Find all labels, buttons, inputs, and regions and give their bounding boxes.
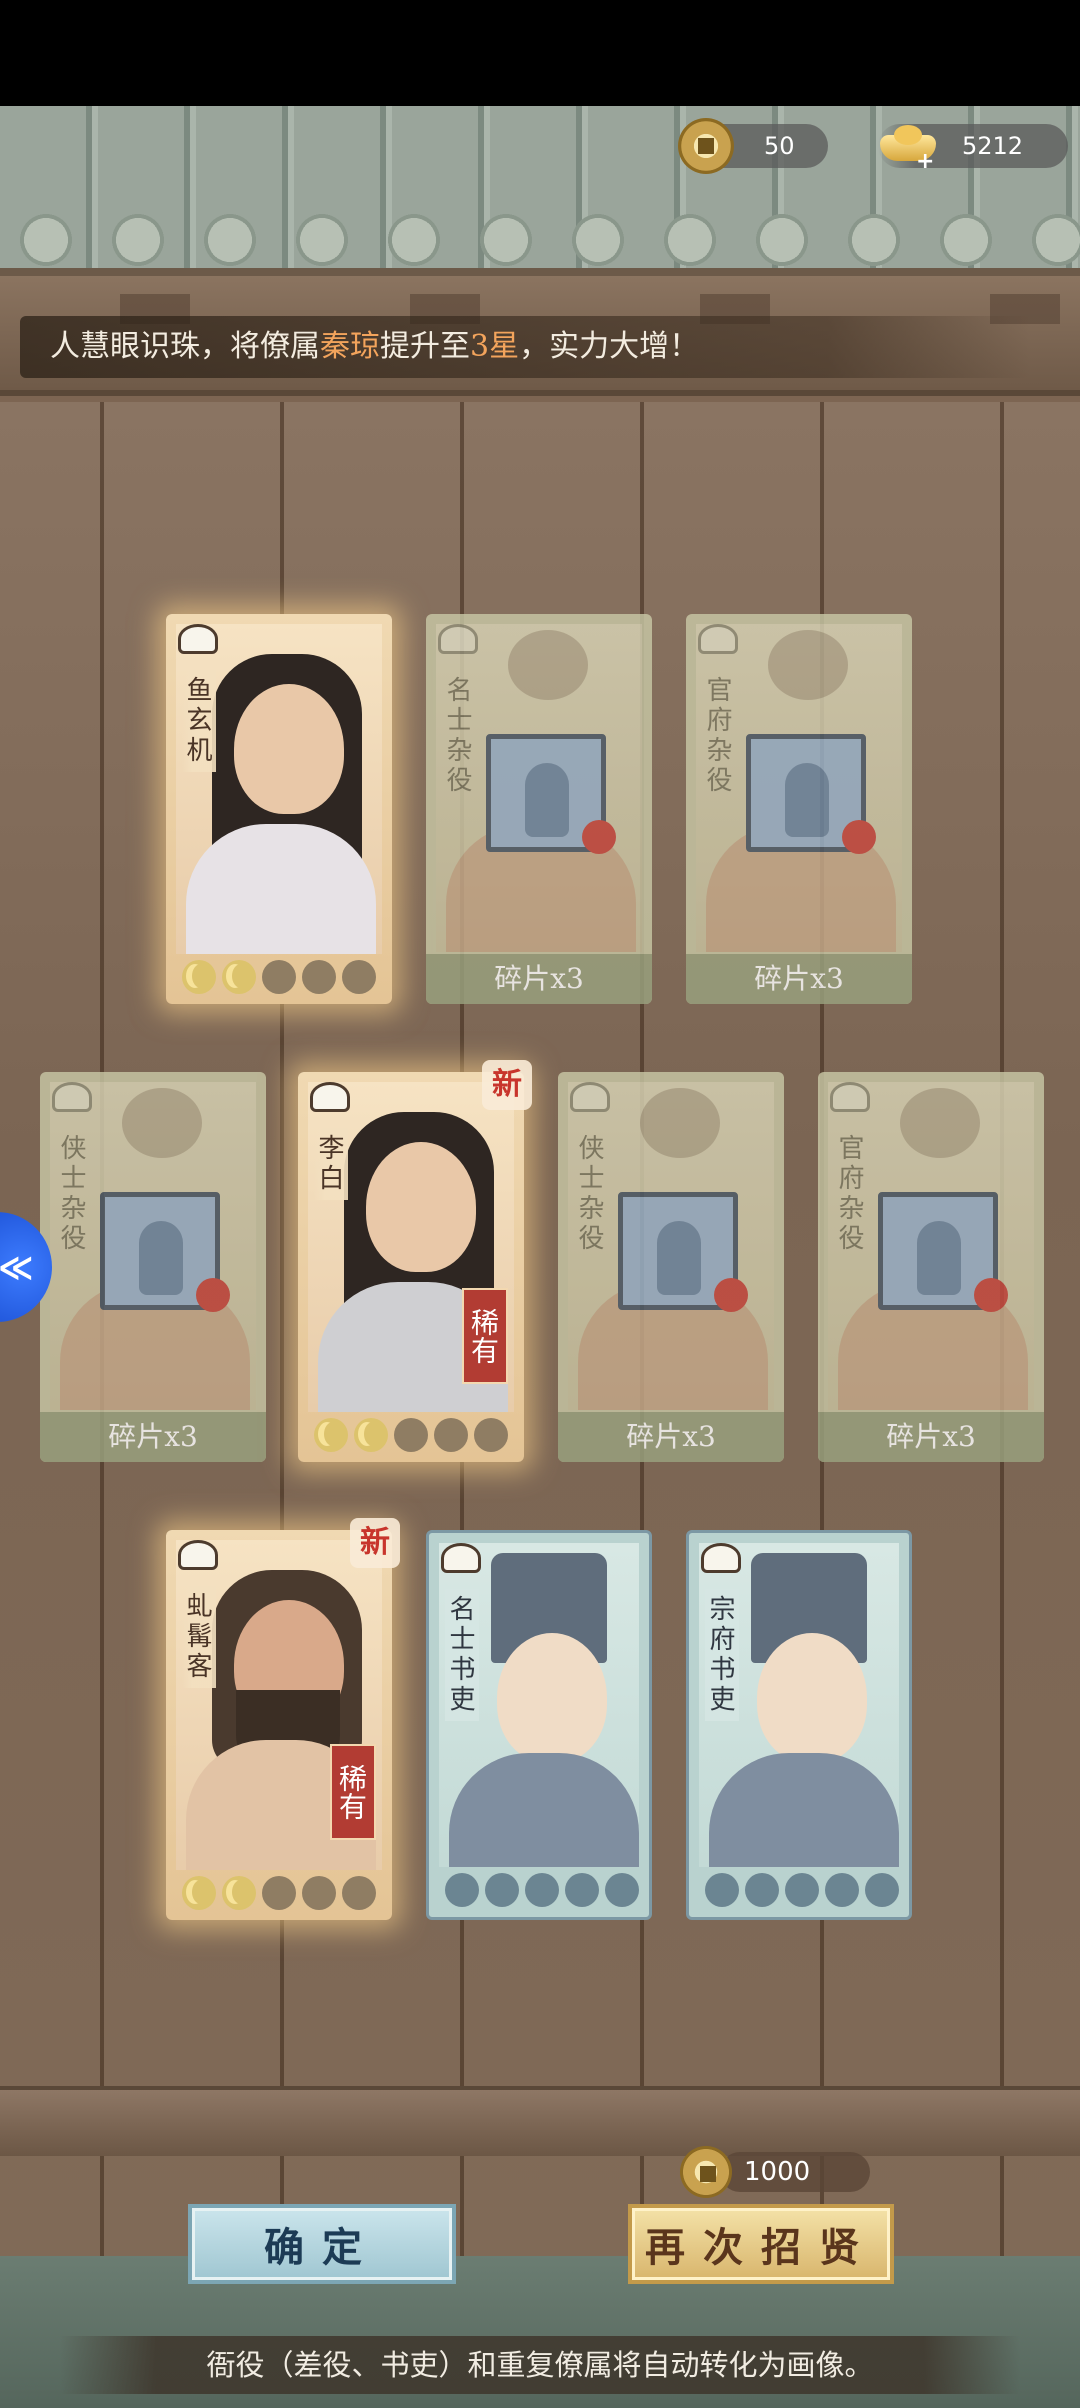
seal-icon xyxy=(842,820,876,854)
star-empty-icon xyxy=(525,1873,559,1907)
hat-icon xyxy=(692,618,738,654)
card-name: 李白 xyxy=(314,1128,348,1200)
recruit-again-button[interactable]: 再次招贤 xyxy=(628,2204,894,2284)
lion-icon xyxy=(695,1537,741,1573)
fragment-count: 碎片x3 xyxy=(686,954,912,1004)
star-empty-icon xyxy=(262,960,296,994)
bottom-tip: 衙役（差役、书吏）和重复僚属将自动转化为画像。 xyxy=(60,2336,1020,2394)
gourd-icon xyxy=(564,1076,610,1112)
star-empty-icon xyxy=(302,960,336,994)
star-empty-icon xyxy=(434,1418,468,1452)
card-fragment[interactable]: 侠士杂役 碎片x3 xyxy=(558,1072,784,1462)
add-icon: + xyxy=(916,149,935,174)
card-name: 鱼玄机 xyxy=(182,670,216,772)
moon-star-filled-icon xyxy=(182,960,216,994)
star-empty-icon xyxy=(865,1873,899,1907)
star-empty-icon xyxy=(605,1873,639,1907)
card-clerk[interactable]: 宗府书吏 xyxy=(686,1530,912,1920)
fan-icon xyxy=(435,1537,481,1573)
seal-icon xyxy=(582,820,616,854)
gourd-icon xyxy=(172,1534,218,1570)
star-empty-icon xyxy=(342,960,376,994)
fan-icon xyxy=(172,618,218,654)
star-empty-icon xyxy=(445,1873,479,1907)
new-badge: 新 xyxy=(482,1060,532,1110)
hat-icon xyxy=(824,1076,870,1112)
card-name: 宗府书吏 xyxy=(705,1589,739,1721)
star-empty-icon xyxy=(705,1873,739,1907)
rarity-badge: 稀有 xyxy=(462,1288,508,1384)
fragment-count: 碎片x3 xyxy=(426,954,652,1004)
card-name: 虬髯客 xyxy=(182,1586,216,1688)
star-empty-icon xyxy=(565,1873,599,1907)
star-empty-icon xyxy=(825,1873,859,1907)
gold-ingot-icon: + xyxy=(878,123,938,173)
star-empty-icon xyxy=(394,1418,428,1452)
seal-icon xyxy=(974,1278,1008,1312)
moon-star-filled-icon xyxy=(354,1418,388,1452)
recruit-cost: 1000 xyxy=(680,2146,810,2198)
star-empty-icon xyxy=(302,1876,336,1910)
card-name: 侠士杂役 xyxy=(56,1134,86,1254)
moon-star-filled-icon xyxy=(314,1418,348,1452)
seal-icon xyxy=(714,1278,748,1312)
star-empty-icon xyxy=(785,1873,819,1907)
star-empty-icon xyxy=(262,1876,296,1910)
card-fragment[interactable]: 侠士杂役 碎片x3 xyxy=(40,1072,266,1462)
star-rating xyxy=(176,958,382,996)
card-name: 官府杂役 xyxy=(834,1134,864,1254)
seal-icon xyxy=(196,1278,230,1312)
card-name: 官府杂役 xyxy=(702,676,732,796)
card-fragment[interactable]: 官府杂役 碎片x3 xyxy=(818,1072,1044,1462)
star-empty-icon xyxy=(745,1873,779,1907)
star-rating xyxy=(699,1871,899,1909)
card-name: 名士书吏 xyxy=(445,1589,479,1721)
fragment-count: 碎片x3 xyxy=(40,1412,266,1462)
copper-coin-icon xyxy=(680,2146,732,2198)
fragment-count: 碎片x3 xyxy=(558,1412,784,1462)
star-rating xyxy=(308,1416,514,1454)
status-bar xyxy=(0,0,1080,106)
gourd-icon xyxy=(46,1076,92,1112)
card-fragment[interactable]: 官府杂役 碎片x3 xyxy=(686,614,912,1004)
star-rating xyxy=(176,1874,382,1912)
upgrade-message: 人慧眼识珠，将僚属秦琼提升至3星，实力大增！ xyxy=(20,316,1030,378)
collapse-arrows-icon: ≪ xyxy=(0,1248,34,1288)
card-hero-li-bai[interactable]: 李白 稀有 新 xyxy=(298,1060,532,1462)
star-empty-icon xyxy=(474,1418,508,1452)
ingot-counter[interactable]: + 5212 xyxy=(878,123,1068,173)
card-hero-yu-xuanji[interactable]: 鱼玄机 xyxy=(166,614,392,1004)
new-badge: 新 xyxy=(350,1518,400,1568)
moon-star-filled-icon xyxy=(222,960,256,994)
gourd-icon xyxy=(304,1076,350,1112)
copper-coin-icon xyxy=(678,118,734,174)
card-clerk[interactable]: 名士书吏 xyxy=(426,1530,652,1920)
card-fragment[interactable]: 名士杂役 碎片x3 xyxy=(426,614,652,1004)
moon-star-filled-icon xyxy=(182,1876,216,1910)
star-empty-icon xyxy=(485,1873,519,1907)
fragment-count: 碎片x3 xyxy=(818,1412,1044,1462)
star-empty-icon xyxy=(342,1876,376,1910)
card-hero-qiu-ranke[interactable]: 虬髯客 稀有 新 xyxy=(166,1518,400,1920)
card-name: 名士杂役 xyxy=(442,676,472,796)
rarity-badge: 稀有 xyxy=(330,1744,376,1840)
fan-icon xyxy=(432,618,478,654)
card-name: 侠士杂役 xyxy=(574,1134,604,1254)
coin-counter: 50 xyxy=(678,118,828,174)
moon-star-filled-icon xyxy=(222,1876,256,1910)
star-rating xyxy=(439,1871,639,1909)
confirm-button[interactable]: 确定 xyxy=(188,2204,456,2284)
